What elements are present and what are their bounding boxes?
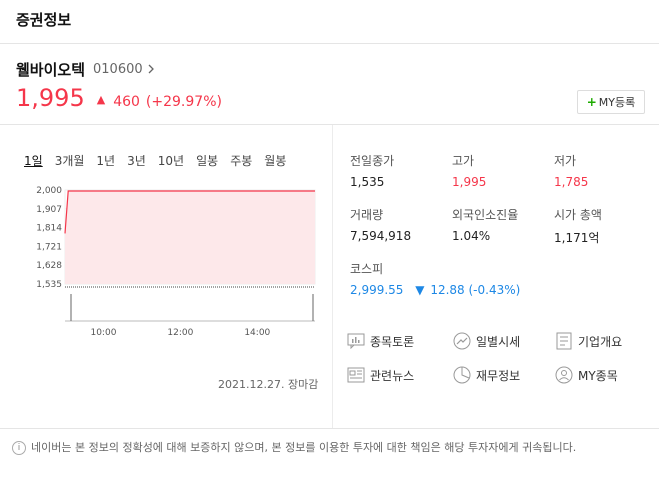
tab-3m[interactable]: 3개월 — [55, 152, 85, 169]
finance-link[interactable]: 재무정보 — [452, 365, 520, 385]
plus-icon: + — [586, 95, 597, 109]
down-arrow-icon: ▼ — [415, 283, 425, 297]
document-list-icon — [554, 331, 574, 351]
divider — [332, 125, 333, 428]
header: 증권정보 — [0, 0, 659, 44]
company-info-link[interactable]: 기업개요 — [554, 331, 622, 351]
price-change: 460 — [113, 94, 140, 110]
disclaimer: i 네이버는 본 정보의 정확성에 대해 보증하지 않으며, 본 정보를 이용한… — [12, 440, 648, 456]
chat-bars-icon — [346, 331, 366, 351]
price-change-percent: (+29.97%) — [145, 94, 222, 110]
chart-date: 2021.12.27. 장마감 — [218, 378, 319, 391]
y-tick-label: 2,000 — [36, 186, 62, 196]
info-foreign: 외국인소진율 1.04% — [452, 206, 518, 243]
volume-value: 7,594,918 — [350, 229, 412, 243]
prev-close-label: 전일종가 — [350, 154, 395, 168]
disclaimer-text: 네이버는 본 정보의 정확성에 대해 보증하지 않으며, 본 정보를 이용한 투… — [31, 441, 577, 454]
daily-price-label: 일별시세 — [476, 334, 521, 349]
company-info-label: 기업개요 — [578, 334, 623, 349]
divider — [0, 124, 659, 125]
pie-chart-icon — [452, 365, 472, 385]
kospi-change: 12.88 (-0.43%) — [430, 283, 521, 297]
stock-code[interactable]: 010600 — [93, 62, 143, 77]
tab-1d[interactable]: 1일 — [24, 152, 43, 169]
news-link[interactable]: 관련뉴스 — [346, 365, 414, 385]
up-arrow-icon: ▲ — [96, 93, 106, 106]
page-title: 증권정보 — [16, 11, 72, 29]
daily-price-link[interactable]: 일별시세 — [452, 331, 520, 351]
volume-label: 거래량 — [350, 208, 384, 222]
current-price: 1,995 — [16, 84, 85, 112]
kospi-value: 2,999.55 — [350, 283, 404, 297]
chevron-right-icon[interactable] — [147, 63, 155, 77]
divider — [0, 428, 659, 429]
x-tick-label: 10:00 — [90, 328, 116, 338]
my-register-button[interactable]: + MY등록 — [577, 90, 645, 114]
tab-weekly[interactable]: 주봉 — [230, 152, 252, 169]
user-icon — [554, 365, 574, 385]
info-icon: i — [12, 441, 26, 455]
my-stocks-link[interactable]: MY종목 — [554, 365, 618, 385]
high-label: 고가 — [452, 154, 475, 168]
y-tick-label: 1,907 — [36, 205, 62, 215]
x-tick-label: 12:00 — [167, 328, 193, 338]
high-value: 1,995 — [452, 175, 487, 189]
y-tick-label: 1,628 — [36, 261, 62, 271]
newspaper-icon — [346, 365, 366, 385]
y-tick-label: 1,814 — [36, 224, 62, 234]
market-cap-value: 1,171억 — [554, 231, 600, 245]
foreign-label: 외국인소진율 — [452, 208, 519, 222]
y-tick-label: 1,535 — [36, 280, 62, 290]
stock-name[interactable]: 웰바이오텍 — [16, 59, 85, 80]
low-label: 저가 — [554, 154, 577, 168]
discussion-label: 종목토론 — [370, 334, 415, 349]
info-kospi[interactable]: 코스피 2,999.55 ▼ 12.88 (-0.43%) — [350, 260, 520, 297]
period-tabs: 1일 3개월 1년 3년 10년 일봉 주봉 월봉 — [24, 152, 298, 169]
info-volume: 거래량 7,594,918 — [350, 206, 411, 243]
info-high: 고가 1,995 — [452, 152, 486, 189]
price-row: 1,995 ▲ 460 (+29.97%) — [16, 84, 222, 112]
discussion-link[interactable]: 종목토론 — [346, 331, 414, 351]
my-stocks-label: MY종목 — [578, 368, 618, 383]
info-market-cap: 시가 총액 1,171억 — [554, 206, 602, 246]
area-fill — [65, 191, 315, 284]
my-register-label: MY등록 — [598, 96, 636, 109]
stock-title-link[interactable]: 웰바이오텍 010600 — [16, 59, 155, 80]
finance-label: 재무정보 — [476, 368, 521, 383]
trend-icon — [452, 331, 472, 351]
tab-1y[interactable]: 1년 — [96, 152, 115, 169]
kospi-label[interactable]: 코스피 — [350, 260, 520, 277]
info-prev-close: 전일종가 1,535 — [350, 152, 394, 189]
x-tick-label: 14:00 — [244, 328, 270, 338]
foreign-value: 1.04% — [452, 229, 491, 243]
y-tick-label: 1,721 — [36, 242, 62, 252]
market-cap-label: 시가 총액 — [554, 208, 602, 222]
tab-10y[interactable]: 10년 — [158, 152, 184, 169]
news-label: 관련뉴스 — [370, 368, 415, 383]
tab-3y[interactable]: 3년 — [127, 152, 146, 169]
low-value: 1,785 — [554, 175, 589, 189]
intraday-chart: 2,000 1,907 1,814 1,721 1,628 1,535 10:00 12:00… — [36, 186, 316, 338]
tab-daily[interactable]: 일봉 — [196, 152, 218, 169]
prev-close-value: 1,535 — [350, 175, 385, 189]
tab-monthly[interactable]: 월봉 — [264, 152, 286, 169]
info-low: 저가 1,785 — [554, 152, 588, 189]
